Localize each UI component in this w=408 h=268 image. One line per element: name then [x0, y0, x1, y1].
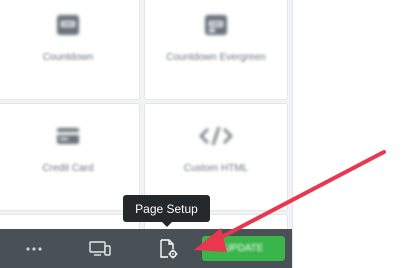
annotation-arrow-icon [194, 150, 386, 252]
